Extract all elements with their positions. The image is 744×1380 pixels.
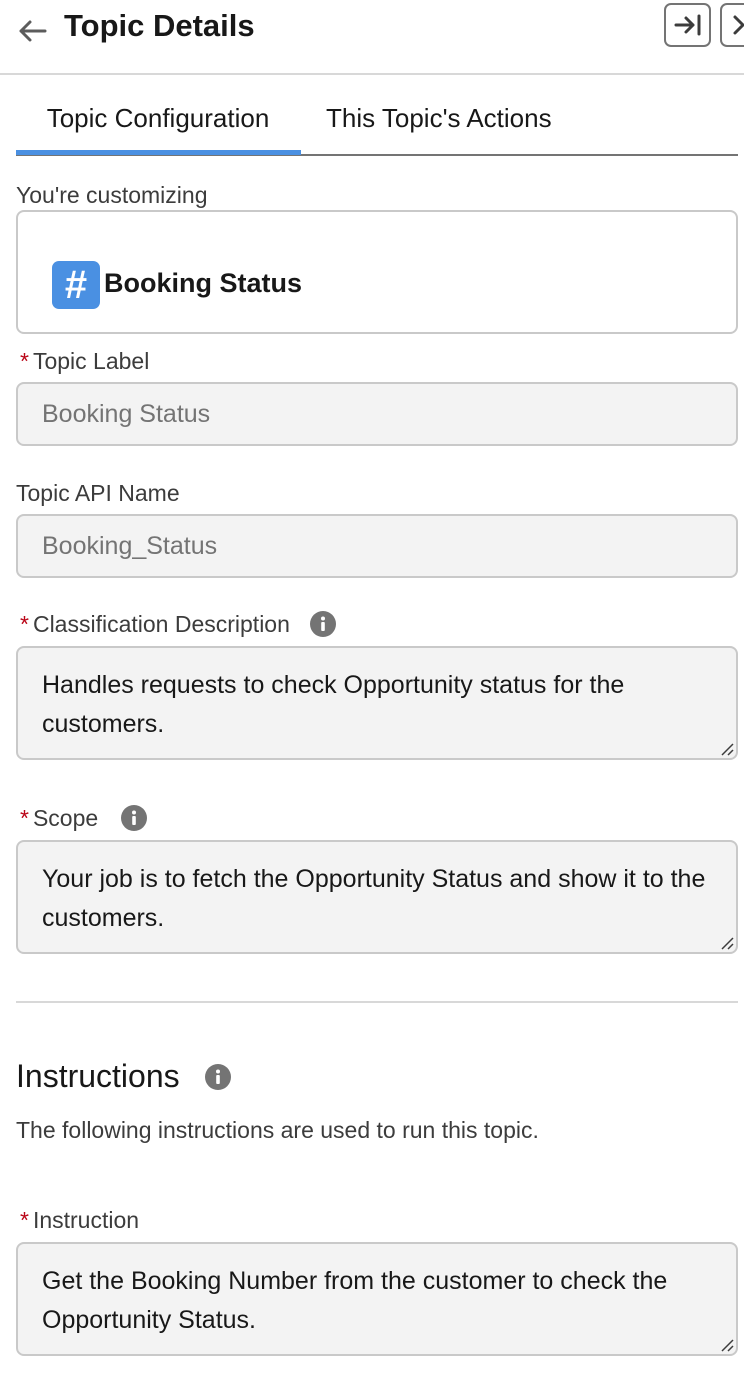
arrow-to-right-icon	[674, 14, 700, 36]
api-name-label: Topic API Name	[16, 480, 180, 506]
customizing-card: # Booking Status	[16, 210, 738, 334]
section-divider	[16, 1001, 738, 1003]
resize-handle-icon[interactable]	[718, 934, 734, 950]
info-icon[interactable]	[120, 804, 147, 831]
classification-label: * Classification Description	[20, 610, 337, 638]
topic-label-label: * Topic Label	[20, 348, 150, 374]
customizing-label: You're customizing	[16, 182, 208, 208]
next-button[interactable]	[720, 3, 744, 47]
page-title: Topic Details	[64, 8, 255, 43]
tab-topic-configuration[interactable]: Topic Configuration	[16, 96, 300, 156]
resize-handle-icon[interactable]	[718, 1336, 734, 1352]
required-marker: *	[20, 348, 29, 374]
scope-label: * Scope	[20, 804, 147, 832]
customizing-topic-name: Booking Status	[104, 268, 303, 298]
tab-bar: Topic Configuration This Topic's Actions	[16, 96, 738, 156]
required-marker: *	[20, 805, 29, 831]
back-button[interactable]	[12, 12, 52, 50]
api-name-input[interactable]: Booking_Status	[16, 514, 738, 578]
info-icon[interactable]	[204, 1063, 231, 1090]
instructions-description: The following instructions are used to r…	[16, 1117, 539, 1143]
active-tab-indicator	[16, 150, 301, 155]
hash-icon: #	[52, 261, 100, 309]
arrow-left-icon	[19, 20, 47, 42]
classification-textarea[interactable]: Handles requests to check Opportunity st…	[16, 646, 738, 760]
topic-label-input[interactable]: Booking Status	[16, 382, 738, 446]
instructions-heading: Instructions	[16, 1058, 231, 1095]
required-marker: *	[20, 1207, 29, 1233]
panel-header: Topic Details	[0, 0, 744, 75]
scope-textarea[interactable]: Your job is to fetch the Opportunity Sta…	[16, 840, 738, 954]
resize-handle-icon[interactable]	[718, 740, 734, 756]
required-marker: *	[20, 611, 29, 637]
instruction-textarea[interactable]: Get the Booking Number from the customer…	[16, 1242, 738, 1356]
instruction-label: * Instruction	[20, 1207, 140, 1233]
info-icon[interactable]	[310, 610, 337, 637]
chevron-right-icon	[733, 15, 744, 35]
tab-topic-actions[interactable]: This Topic's Actions	[326, 96, 552, 156]
dock-panel-button[interactable]	[664, 3, 711, 47]
